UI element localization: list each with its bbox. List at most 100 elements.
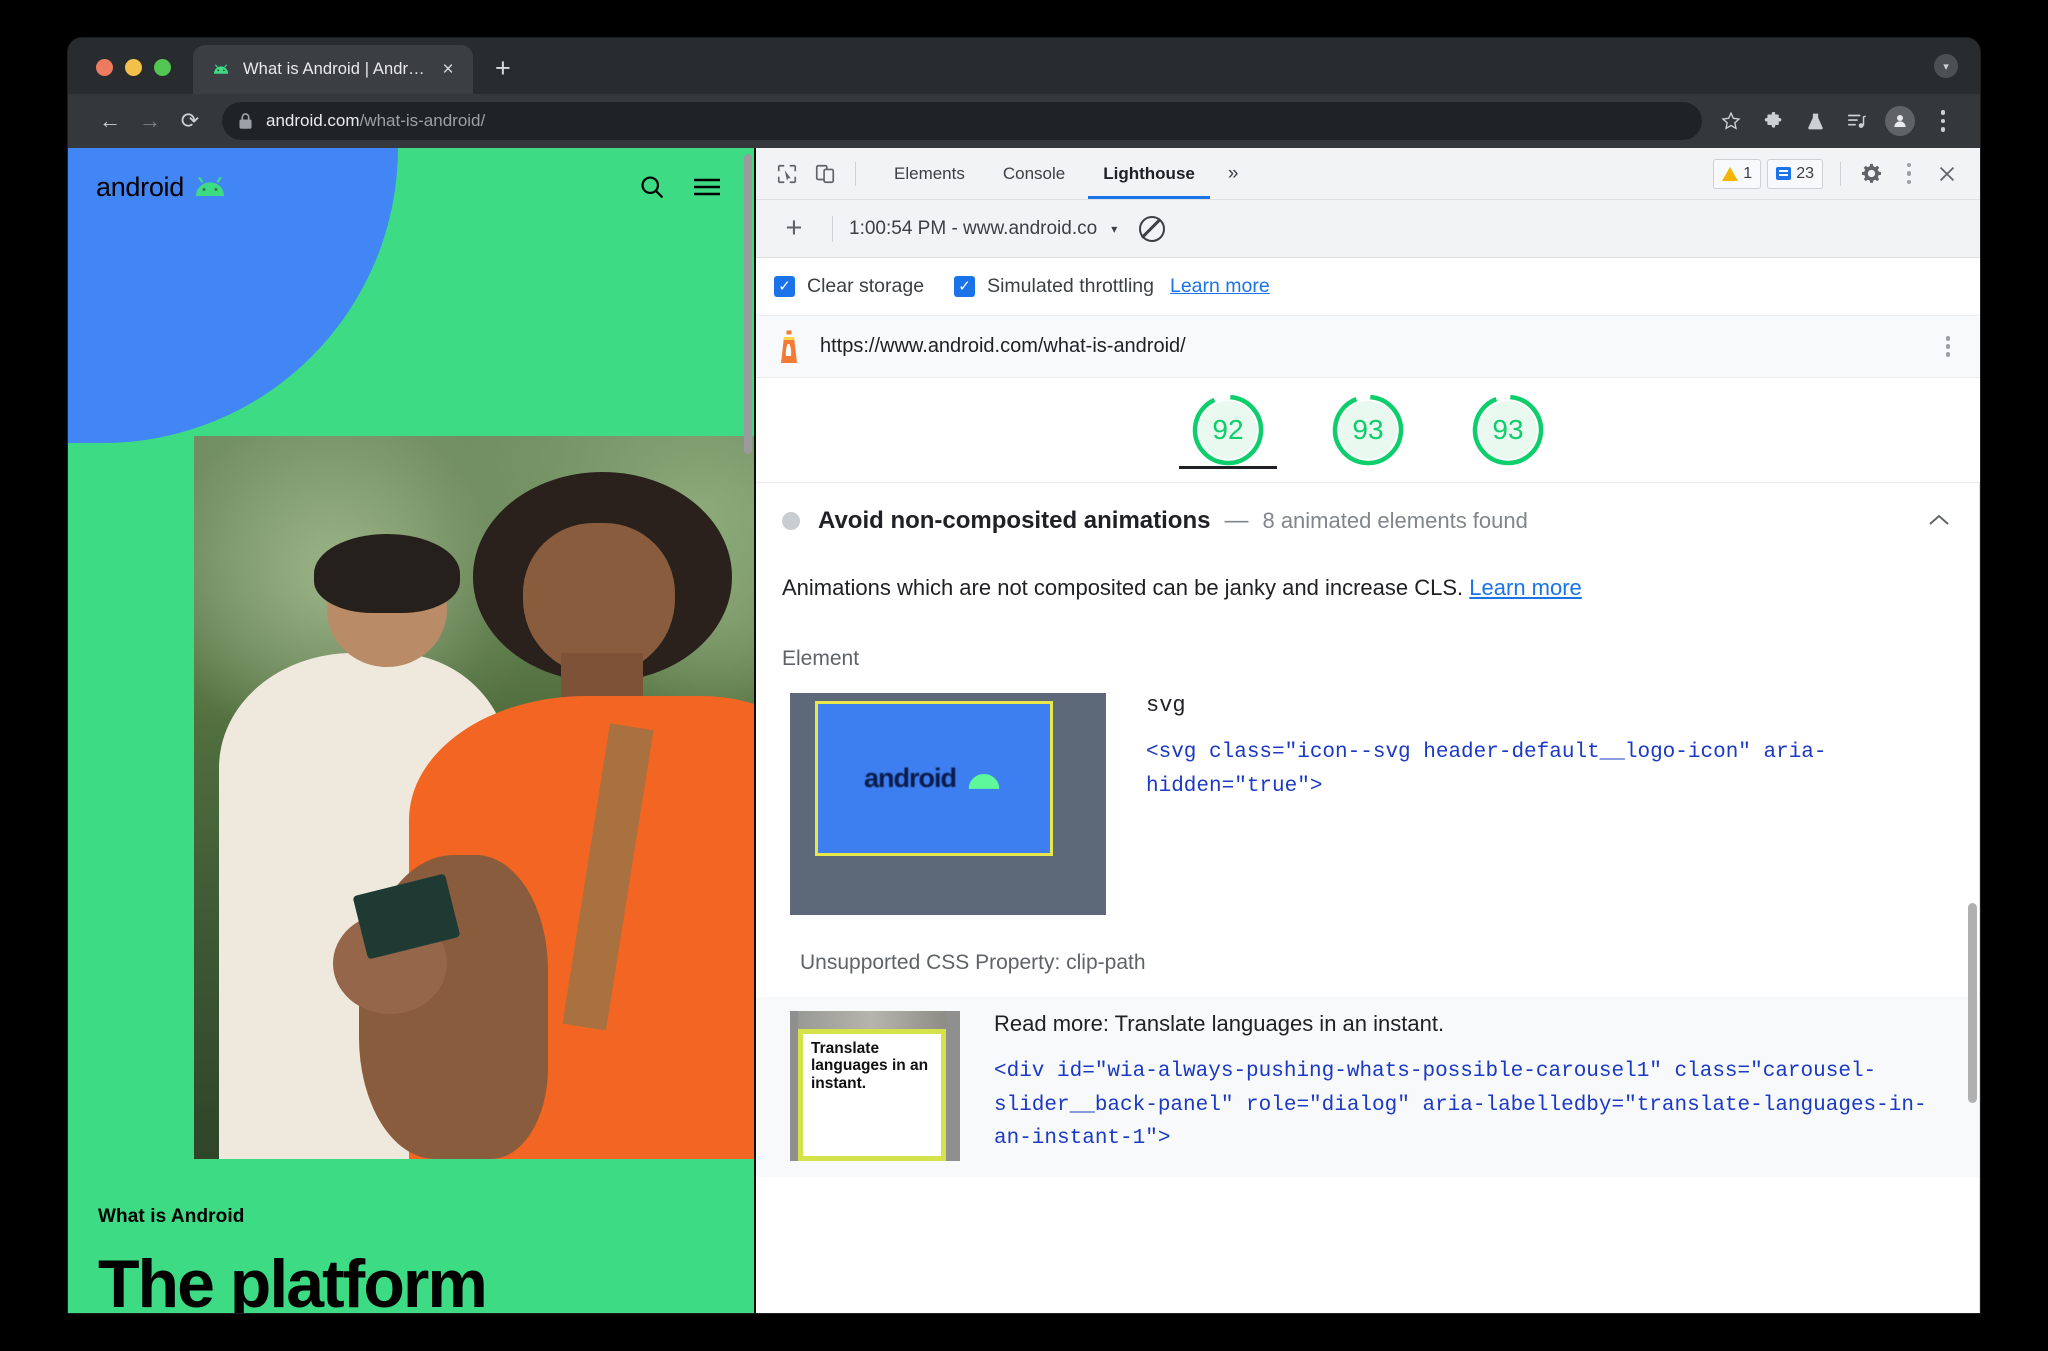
chrome-menu-icon[interactable]	[1924, 102, 1962, 140]
more-options-icon[interactable]	[1890, 155, 1928, 193]
audit-description-row: Animations which are not composited can …	[756, 535, 1980, 601]
clear-storage-option[interactable]: ✓ Clear storage	[774, 275, 924, 298]
window-content: android What is Android The platform Ele…	[68, 148, 1980, 1313]
devtools-toolbar: Elements Console Lighthouse » 1 23	[756, 148, 1980, 200]
browser-toolbar: ← → ⟳ android.com/what-is-android/	[68, 94, 1980, 148]
audit-status-bullet-icon	[782, 512, 800, 530]
audit-title: Avoid non-composited animations	[818, 507, 1211, 534]
clear-storage-checkbox[interactable]: ✓	[774, 276, 795, 297]
tab-strip-right: ▾	[1934, 54, 1980, 94]
devtools-scrollbar[interactable]	[1968, 903, 1977, 1103]
audit-description: Animations which are not composited can …	[782, 575, 1464, 600]
tab-strip: What is Android | Android × + ▾	[68, 38, 1980, 94]
more-tabs-icon[interactable]: »	[1214, 163, 1253, 185]
thumbnail-text: android	[864, 763, 957, 793]
audit-item-row: Translate languages in an instant. Read …	[756, 997, 1980, 1177]
page-header-actions	[638, 173, 722, 201]
hero-image	[194, 436, 754, 1159]
hamburger-menu-icon[interactable]	[692, 176, 722, 198]
page-eyebrow: What is Android	[98, 1206, 245, 1227]
gear-icon[interactable]	[1852, 155, 1890, 193]
selected-gauge-indicator	[1179, 466, 1277, 469]
audit-details: Avoid non-composited animations — 8 anim…	[756, 483, 1980, 1313]
element-snippet[interactable]: <svg class="icon--svg header-default__lo…	[1146, 736, 1954, 803]
warning-badge[interactable]: 1	[1713, 158, 1762, 189]
window-minimize-button[interactable]	[125, 59, 142, 76]
runbar-separator	[832, 215, 833, 242]
simulated-throttling-checkbox[interactable]: ✓	[954, 276, 976, 297]
no-entry-icon[interactable]	[1139, 215, 1166, 242]
warning-triangle-icon	[1722, 166, 1739, 181]
extensions-icon[interactable]	[1754, 102, 1792, 140]
audit-item-row: android svg <svg class="icon--svg header…	[756, 671, 1980, 915]
brand-wordmark: android	[96, 171, 184, 202]
message-count: 23	[1796, 164, 1814, 182]
beaker-icon[interactable]	[1796, 102, 1834, 140]
element-snippet[interactable]: <div id="wia-always-pushing-whats-possib…	[994, 1055, 1954, 1156]
score-gauge-1[interactable]: 92	[1179, 391, 1277, 469]
new-tab-button[interactable]: +	[495, 55, 511, 82]
browser-tab-title: What is Android | Android	[243, 60, 425, 78]
page-headline: The platformchanging what	[98, 1246, 488, 1313]
score-gauge-2[interactable]: 93	[1329, 391, 1407, 469]
element-tag-name: svg	[1146, 693, 1186, 718]
report-url: https://www.android.com/what-is-android/	[820, 335, 1186, 357]
score-gauge-3[interactable]: 93	[1469, 391, 1547, 469]
tab-lighthouse[interactable]: Lighthouse	[1084, 148, 1214, 199]
message-badge[interactable]: 23	[1767, 158, 1823, 189]
lighthouse-runbar: + 1:00:54 PM - www.android.co ▾	[756, 200, 1980, 258]
url-bar[interactable]: android.com/what-is-android/	[222, 102, 1702, 140]
page-brand[interactable]: android	[96, 172, 227, 203]
toolbar-actions	[1712, 102, 1962, 140]
element-code: svg <svg class="icon--svg header-default…	[1146, 693, 1954, 915]
profile-avatar-icon[interactable]	[1885, 106, 1915, 136]
window-maximize-button[interactable]	[154, 59, 171, 76]
page-header: android	[68, 148, 754, 226]
element-tag-name: Read more: Translate languages in an ins…	[994, 1011, 1445, 1036]
screenshot-root: What is Android | Android × + ▾ ← → ⟳ an…	[0, 0, 2048, 1351]
reload-button[interactable]: ⟳	[170, 101, 210, 141]
report-selector[interactable]: 1:00:54 PM - www.android.co ▾	[849, 218, 1117, 240]
browser-tab[interactable]: What is Android | Android ×	[193, 45, 473, 94]
inspect-element-icon[interactable]	[768, 155, 806, 193]
tab-elements[interactable]: Elements	[875, 148, 984, 199]
element-code: Read more: Translate languages in an ins…	[994, 1011, 1954, 1161]
lock-icon	[239, 113, 252, 129]
throttling-learn-more-link[interactable]: Learn more	[1170, 275, 1270, 298]
toolbar-separator-2	[1840, 161, 1841, 186]
android-robot-icon	[968, 773, 1000, 789]
reading-list-icon[interactable]	[1838, 102, 1876, 140]
page-hero-text: What is Android The platformchanging wha…	[68, 1158, 754, 1313]
warning-count: 1	[1743, 164, 1753, 182]
search-icon[interactable]	[638, 173, 666, 201]
device-toolbar-icon[interactable]	[806, 155, 844, 193]
bookmark-star-icon[interactable]	[1712, 102, 1750, 140]
score-value: 93	[1492, 414, 1524, 445]
lighthouse-options: ✓ Clear storage ✓ Simulated throttling L…	[756, 258, 1980, 316]
report-options-icon[interactable]	[1936, 330, 1961, 363]
element-thumbnail: android	[790, 693, 1106, 915]
audit-learn-more-link[interactable]: Learn more	[1469, 575, 1582, 600]
tab-console[interactable]: Console	[984, 148, 1084, 199]
close-icon[interactable]	[1928, 155, 1966, 193]
simulated-throttling-label: Simulated throttling	[987, 275, 1154, 297]
simulated-throttling-option[interactable]: ✓ Simulated throttling	[954, 275, 1154, 298]
report-url-header: https://www.android.com/what-is-android/	[756, 316, 1980, 378]
thumbnail-text: Translate languages in an instant.	[811, 1040, 929, 1092]
toolbar-separator	[855, 161, 856, 186]
audit-dash: —	[1224, 507, 1249, 534]
element-thumbnail: Translate languages in an instant.	[790, 1011, 960, 1161]
tab-search-chevron-icon[interactable]: ▾	[1934, 54, 1958, 78]
back-button[interactable]: ←	[90, 101, 130, 141]
tab-close-icon[interactable]: ×	[437, 60, 459, 79]
web-page-viewport: android What is Android The platform	[68, 148, 754, 1313]
page-scrollbar[interactable]	[744, 154, 752, 454]
forward-button[interactable]: →	[130, 101, 170, 141]
window-close-button[interactable]	[96, 59, 113, 76]
audit-header[interactable]: Avoid non-composited animations — 8 anim…	[756, 483, 1980, 535]
audit-subtitle: 8 animated elements found	[1262, 508, 1528, 533]
chevron-up-icon[interactable]	[1928, 510, 1954, 533]
browser-window: What is Android | Android × + ▾ ← → ⟳ an…	[68, 38, 1980, 1313]
new-report-button[interactable]: +	[772, 207, 816, 251]
message-icon	[1776, 167, 1792, 180]
